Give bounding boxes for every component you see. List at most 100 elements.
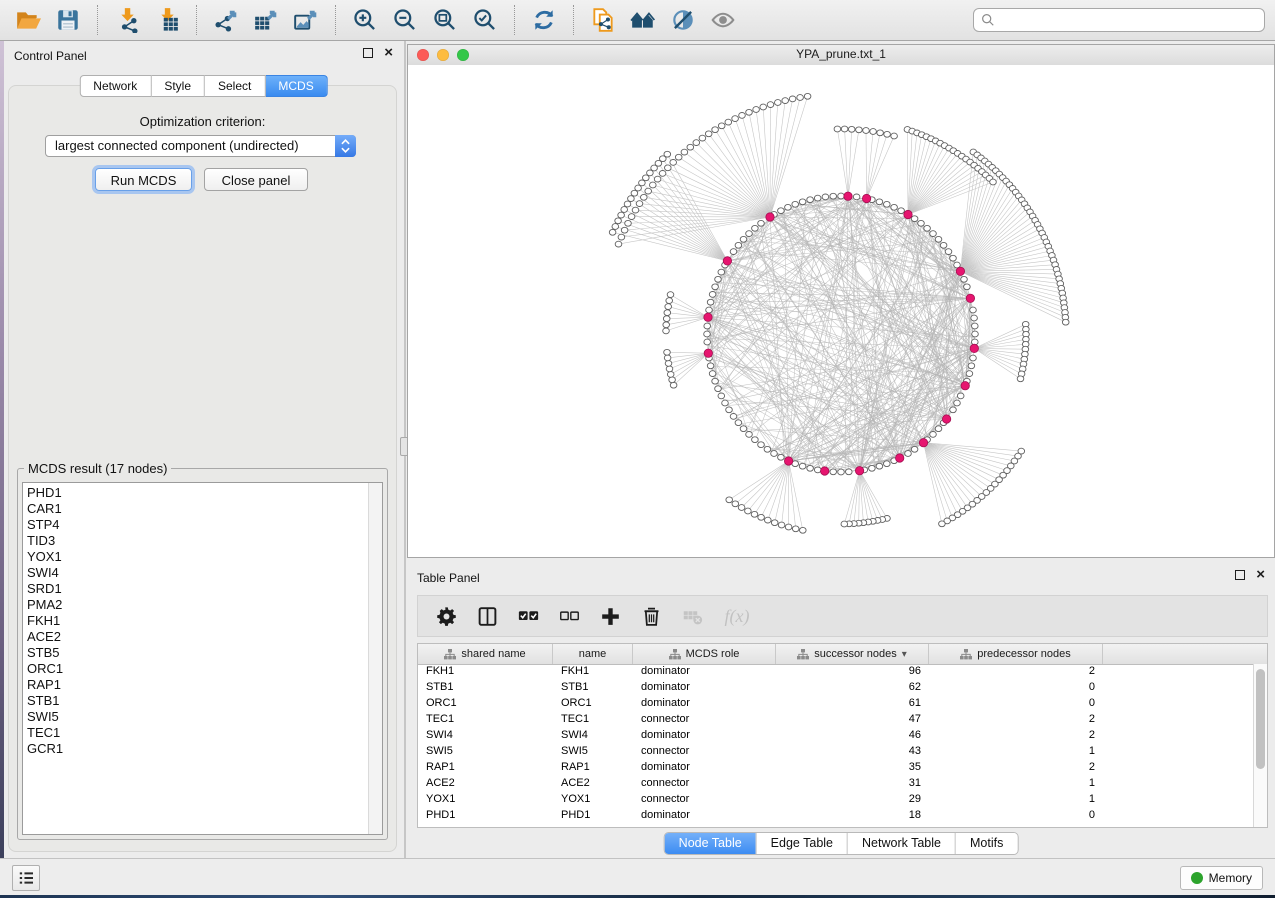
table-cell[interactable]: connector bbox=[633, 712, 776, 728]
delete-table-button[interactable] bbox=[679, 603, 705, 629]
mcds-result-item[interactable]: SWI5 bbox=[27, 709, 382, 725]
table-cell[interactable]: RAP1 bbox=[418, 760, 553, 776]
tab-network[interactable]: Network bbox=[79, 75, 151, 97]
delete-columns-button[interactable] bbox=[638, 603, 664, 629]
hide-graphics-details-button[interactable] bbox=[665, 5, 701, 36]
table-cell[interactable]: STB1 bbox=[553, 680, 633, 696]
network-window-titlebar[interactable]: YPA_prune.txt_1 bbox=[408, 45, 1274, 66]
table-cell[interactable]: 1 bbox=[929, 776, 1103, 792]
table-cell[interactable]: PHD1 bbox=[418, 808, 553, 824]
mcds-result-item[interactable]: PHD1 bbox=[27, 485, 382, 501]
apply-preferred-layout-button[interactable] bbox=[526, 5, 562, 36]
tab-select[interactable]: Select bbox=[205, 75, 265, 97]
column-header-mcds-role[interactable]: MCDS role bbox=[633, 644, 776, 664]
table-row[interactable]: SWI5SWI5connector431 bbox=[418, 744, 1254, 760]
table-cell[interactable]: 2 bbox=[929, 728, 1103, 744]
column-settings-button[interactable] bbox=[433, 603, 459, 629]
open-file-button[interactable] bbox=[10, 5, 46, 36]
table-row[interactable]: TEC1TEC1connector472 bbox=[418, 712, 1254, 728]
import-table-from-file-button[interactable] bbox=[149, 5, 185, 36]
table-cell[interactable]: 96 bbox=[776, 664, 929, 680]
mcds-result-item[interactable]: PMA2 bbox=[27, 597, 382, 613]
table-cell[interactable]: 43 bbox=[776, 744, 929, 760]
table-row[interactable]: RAP1RAP1dominator352 bbox=[418, 760, 1254, 776]
column-header-successor-nodes[interactable]: successor nodes ▾ bbox=[776, 644, 929, 664]
tab-network-table[interactable]: Network Table bbox=[847, 833, 955, 854]
table-cell[interactable]: connector bbox=[633, 792, 776, 808]
zoom-out-button[interactable] bbox=[387, 5, 423, 36]
table-row[interactable]: SWI4SWI4dominator462 bbox=[418, 728, 1254, 744]
tab-style[interactable]: Style bbox=[151, 75, 205, 97]
table-scrollbar-thumb[interactable] bbox=[1256, 669, 1265, 769]
result-list-scrollbar[interactable] bbox=[368, 483, 382, 834]
table-cell[interactable]: ORC1 bbox=[418, 696, 553, 712]
show-network-overview-button[interactable] bbox=[625, 5, 661, 36]
show-panels-button[interactable] bbox=[12, 865, 40, 891]
table-cell[interactable]: TEC1 bbox=[418, 712, 553, 728]
close-panel-button[interactable]: Close panel bbox=[204, 168, 308, 191]
table-cell[interactable]: YOX1 bbox=[418, 792, 553, 808]
zoom-selected-region-button[interactable] bbox=[467, 5, 503, 36]
table-scrollbar[interactable] bbox=[1253, 664, 1267, 827]
function-builder-button[interactable]: f(x) bbox=[720, 603, 754, 629]
table-cell[interactable]: dominator bbox=[633, 760, 776, 776]
table-cell[interactable]: 47 bbox=[776, 712, 929, 728]
close-window-icon[interactable] bbox=[417, 49, 429, 61]
table-row[interactable]: PHD1PHD1dominator180 bbox=[418, 808, 1254, 824]
column-header-name[interactable]: name bbox=[553, 644, 633, 664]
mcds-result-item[interactable]: ACE2 bbox=[27, 629, 382, 645]
create-column-button[interactable] bbox=[597, 603, 623, 629]
criterion-select[interactable]: largest connected component (undirected) bbox=[45, 135, 356, 157]
table-cell[interactable]: ORC1 bbox=[553, 696, 633, 712]
table-cell[interactable]: 0 bbox=[929, 696, 1103, 712]
mcds-result-item[interactable]: YOX1 bbox=[27, 549, 382, 565]
table-cell[interactable]: FKH1 bbox=[418, 664, 553, 680]
column-header-shared-name[interactable]: shared name bbox=[418, 644, 553, 664]
show-graphics-details-button[interactable] bbox=[705, 5, 741, 36]
tab-mcds[interactable]: MCDS bbox=[265, 75, 327, 97]
shared-panel-columns-button[interactable] bbox=[474, 603, 500, 629]
table-cell[interactable]: 31 bbox=[776, 776, 929, 792]
table-cell[interactable]: ACE2 bbox=[418, 776, 553, 792]
table-cell[interactable]: dominator bbox=[633, 808, 776, 824]
table-cell[interactable]: YOX1 bbox=[553, 792, 633, 808]
table-row[interactable]: FKH1FKH1dominator962 bbox=[418, 664, 1254, 680]
new-network-from-selection-button[interactable] bbox=[585, 5, 621, 36]
export-network-button[interactable] bbox=[208, 5, 244, 36]
float-panel-icon[interactable] bbox=[1235, 570, 1245, 580]
close-panel-icon[interactable]: × bbox=[384, 48, 393, 58]
save-session-button[interactable] bbox=[50, 5, 86, 36]
network-graph[interactable] bbox=[408, 65, 1274, 557]
column-header-predecessor-nodes[interactable]: predecessor nodes bbox=[929, 644, 1103, 664]
table-cell[interactable]: dominator bbox=[633, 728, 776, 744]
table-cell[interactable]: 0 bbox=[929, 680, 1103, 696]
memory-button[interactable]: Memory bbox=[1180, 866, 1263, 890]
table-cell[interactable]: SWI5 bbox=[553, 744, 633, 760]
export-image-button[interactable] bbox=[288, 5, 324, 36]
table-cell[interactable]: 62 bbox=[776, 680, 929, 696]
float-panel-icon[interactable] bbox=[363, 48, 373, 58]
table-cell[interactable]: connector bbox=[633, 744, 776, 760]
select-all-rows-button[interactable] bbox=[515, 603, 541, 629]
table-cell[interactable]: 2 bbox=[929, 664, 1103, 680]
network-canvas[interactable] bbox=[408, 65, 1274, 557]
search-input[interactable] bbox=[1000, 12, 1257, 28]
mcds-result-item[interactable]: ORC1 bbox=[27, 661, 382, 677]
table-cell[interactable]: TEC1 bbox=[553, 712, 633, 728]
table-row[interactable]: STB1STB1dominator620 bbox=[418, 680, 1254, 696]
mcds-result-item[interactable]: STP4 bbox=[27, 517, 382, 533]
table-cell[interactable]: 46 bbox=[776, 728, 929, 744]
table-cell[interactable]: 61 bbox=[776, 696, 929, 712]
sort-chevron-icon[interactable]: ▾ bbox=[902, 649, 907, 660]
mcds-result-item[interactable]: STB5 bbox=[27, 645, 382, 661]
table-cell[interactable]: ACE2 bbox=[553, 776, 633, 792]
table-cell[interactable]: 1 bbox=[929, 744, 1103, 760]
table-cell[interactable]: 35 bbox=[776, 760, 929, 776]
table-row[interactable]: ORC1ORC1dominator610 bbox=[418, 696, 1254, 712]
zoom-fit-content-button[interactable] bbox=[427, 5, 463, 36]
table-cell[interactable]: 0 bbox=[929, 808, 1103, 824]
minimize-window-icon[interactable] bbox=[437, 49, 449, 61]
zoom-in-button[interactable] bbox=[347, 5, 383, 36]
table-cell[interactable]: 2 bbox=[929, 712, 1103, 728]
table-cell[interactable]: SWI4 bbox=[418, 728, 553, 744]
